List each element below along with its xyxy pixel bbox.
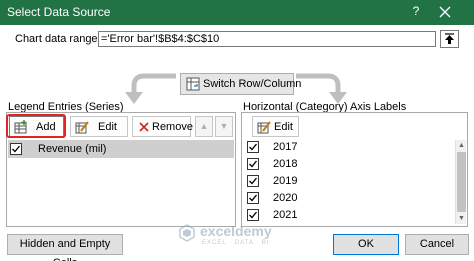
collapse-arrow-icon xyxy=(445,33,454,44)
curved-arrow-right-icon xyxy=(296,73,347,104)
dialog-titlebar: Select Data Source ? xyxy=(0,0,474,25)
move-up-button[interactable]: ▲ xyxy=(195,116,213,137)
switch-row-column-label: Switch Row/Column xyxy=(203,78,302,90)
chart-data-range-label: Chart data range: xyxy=(15,33,101,45)
remove-series-button[interactable]: Remove xyxy=(132,116,193,137)
chevron-up-icon: ▲ xyxy=(199,121,209,131)
checkmark-icon xyxy=(249,211,258,219)
category-row[interactable]: 2020 xyxy=(244,190,454,207)
checkmark-icon xyxy=(249,143,258,151)
series-row[interactable]: Revenue (mil) xyxy=(8,140,234,158)
category-label: 2018 xyxy=(273,158,298,170)
edit-series-button[interactable]: Edit xyxy=(70,116,128,137)
category-label: 2020 xyxy=(273,192,298,204)
remove-x-icon xyxy=(139,122,149,132)
cancel-button[interactable]: Cancel xyxy=(405,234,469,255)
checkmark-icon xyxy=(12,145,21,153)
help-button[interactable]: ? xyxy=(408,4,424,20)
collapse-range-button[interactable] xyxy=(440,30,459,48)
scroll-thumb[interactable] xyxy=(457,152,466,212)
dialog-title: Select Data Source xyxy=(7,5,111,19)
category-label: 2021 xyxy=(273,209,298,221)
category-checkbox[interactable] xyxy=(247,141,259,153)
edit-table-icon xyxy=(75,121,89,134)
series-checkbox[interactable] xyxy=(10,143,22,155)
switch-row-column-button[interactable]: Switch Row/Column xyxy=(180,73,301,95)
series-name: Revenue (mil) xyxy=(38,143,107,155)
hidden-empty-cells-button[interactable]: Hidden and Empty Cells xyxy=(7,234,123,261)
edit-table-icon xyxy=(257,121,271,134)
category-label: 2019 xyxy=(273,175,298,187)
category-scrollbar[interactable]: ▲ ▼ xyxy=(455,140,466,224)
curved-arrow-left-icon xyxy=(125,73,176,104)
watermark-tagline: EXCEL · DATA · BI xyxy=(202,240,270,246)
scroll-up-icon[interactable]: ▲ xyxy=(456,140,467,151)
category-row[interactable]: 2019 xyxy=(244,173,454,190)
switch-grid-icon xyxy=(186,77,200,91)
checkmark-icon xyxy=(249,160,258,168)
chart-data-range-input[interactable]: ='Error bar'!$B$4:$C$10 xyxy=(98,31,436,47)
close-button[interactable] xyxy=(436,3,454,21)
category-checkbox[interactable] xyxy=(247,158,259,170)
scroll-down-icon[interactable]: ▼ xyxy=(456,213,467,224)
category-label: 2017 xyxy=(273,141,298,153)
edit-series-label: Edit xyxy=(98,121,117,133)
category-checkbox[interactable] xyxy=(247,175,259,187)
add-button-highlight xyxy=(6,114,66,138)
category-row[interactable]: 2017 xyxy=(244,139,454,156)
watermark-name: exceldemy xyxy=(200,223,272,239)
ok-button[interactable]: OK xyxy=(333,234,399,255)
close-icon xyxy=(439,6,451,18)
category-row[interactable]: 2018 xyxy=(244,156,454,173)
checkmark-icon xyxy=(249,177,258,185)
edit-axis-labels-label: Edit xyxy=(274,121,293,133)
remove-series-label: Remove xyxy=(152,121,193,133)
checkmark-icon xyxy=(249,194,258,202)
edit-axis-labels-button[interactable]: Edit xyxy=(252,116,299,137)
chevron-down-icon: ▼ xyxy=(219,121,229,131)
category-checkbox[interactable] xyxy=(247,192,259,204)
watermark: exceldemy EXCEL · DATA · BI xyxy=(178,222,328,252)
category-checkbox[interactable] xyxy=(247,209,259,221)
exceldemy-logo-icon xyxy=(179,224,195,242)
move-down-button[interactable]: ▼ xyxy=(215,116,233,137)
